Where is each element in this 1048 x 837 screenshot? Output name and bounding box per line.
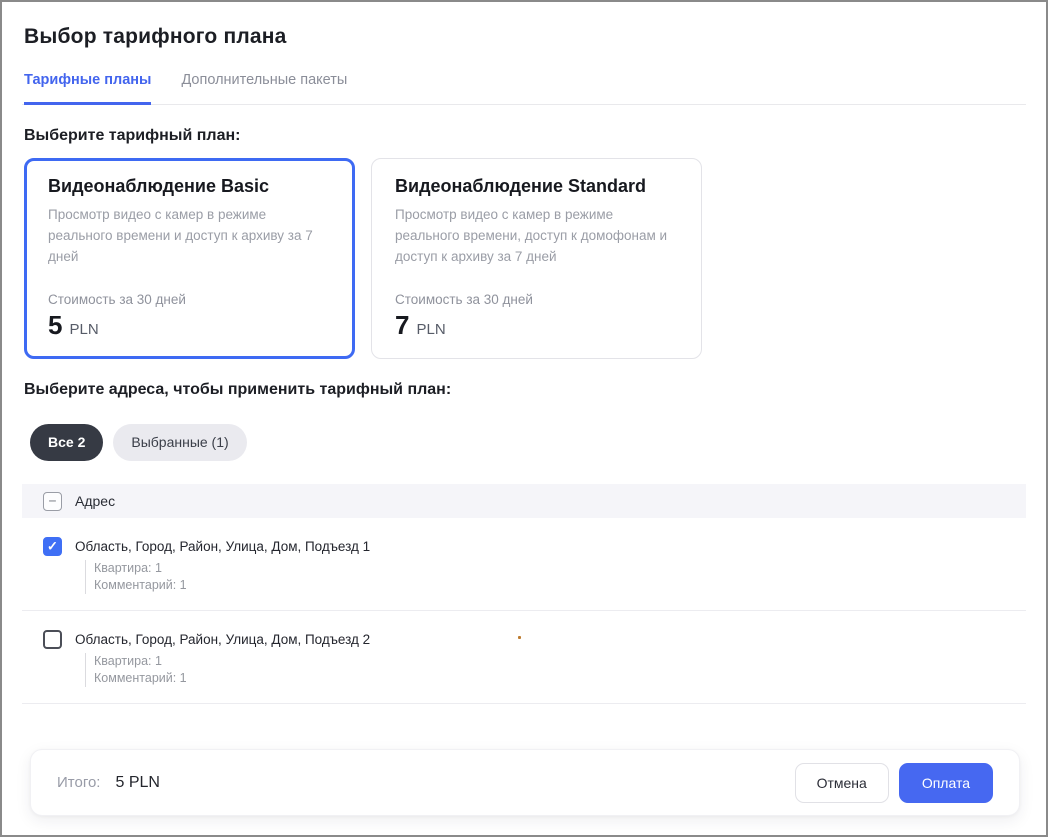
- price-value: 5: [48, 310, 62, 341]
- row-checkbox-unchecked[interactable]: [43, 630, 62, 649]
- detail-comment: Комментарий: 1: [94, 670, 370, 687]
- plan-section-heading: Выберите тарифный план:: [24, 127, 1026, 145]
- plan-name: Видеонаблюдение Standard: [395, 176, 678, 197]
- total-footer-bar: Итого: 5 PLN Отмена Оплата: [30, 749, 1020, 816]
- address-text: Область, Город, Район, Улица, Дом, Подъе…: [75, 539, 370, 554]
- tab-tariff-plans[interactable]: Тарифные планы: [24, 68, 151, 105]
- select-all-checkbox[interactable]: −: [43, 492, 62, 511]
- price-currency: PLN: [69, 321, 98, 338]
- total-label: Итого:: [57, 774, 100, 791]
- plan-name: Видеонаблюдение Basic: [48, 176, 331, 197]
- minus-icon: −: [48, 494, 56, 508]
- address-row-2: Область, Город, Район, Улица, Дом, Подъе…: [22, 611, 1026, 704]
- address-row-1: ✓ Область, Город, Район, Улица, Дом, Под…: [22, 518, 1026, 611]
- address-details: Квартира: 1 Комментарий: 1: [85, 560, 370, 594]
- address-table-header: − Адрес: [22, 484, 1026, 518]
- total-value: 5 PLN: [115, 774, 159, 792]
- stray-pixel-artifact: [518, 636, 521, 639]
- price-value: 7: [395, 310, 409, 341]
- filter-chip-selected[interactable]: Выбранные (1): [113, 424, 246, 461]
- address-column-header: Адрес: [75, 493, 115, 509]
- pay-button[interactable]: Оплата: [899, 763, 993, 803]
- address-text: Область, Город, Район, Улица, Дом, Подъе…: [75, 632, 370, 647]
- cancel-button[interactable]: Отмена: [795, 763, 889, 803]
- price-period-label: Стоимость за 30 дней: [48, 292, 331, 307]
- page-title: Выбор тарифного плана: [24, 25, 1026, 49]
- plan-price-block: Стоимость за 30 дней 5 PLN: [48, 292, 331, 341]
- address-filter-chips: Все 2 Выбранные (1): [30, 424, 1026, 461]
- plan-description: Просмотр видео с камер в режиме реальног…: [395, 204, 678, 267]
- plan-price-block: Стоимость за 30 дней 7 PLN: [395, 292, 678, 341]
- row-checkbox-checked[interactable]: ✓: [43, 537, 62, 556]
- detail-comment: Комментарий: 1: [94, 577, 370, 594]
- tariff-selection-dialog: Выбор тарифного плана Тарифные планы Доп…: [0, 0, 1048, 837]
- detail-apartment: Квартира: 1: [94, 653, 370, 670]
- detail-apartment: Квартира: 1: [94, 560, 370, 577]
- address-section-heading: Выберите адреса, чтобы применить тарифны…: [24, 381, 1026, 399]
- check-icon: ✓: [47, 538, 58, 554]
- filter-chip-all[interactable]: Все 2: [30, 424, 103, 461]
- plan-description: Просмотр видео с камер в режиме реальног…: [48, 204, 331, 267]
- price-currency: PLN: [416, 321, 445, 338]
- price-period-label: Стоимость за 30 дней: [395, 292, 678, 307]
- address-table: − Адрес ✓ Область, Город, Район, Улица, …: [22, 484, 1026, 704]
- address-details: Квартира: 1 Комментарий: 1: [85, 653, 370, 687]
- plan-cards: Видеонаблюдение Basic Просмотр видео с к…: [24, 158, 1026, 359]
- plan-card-basic[interactable]: Видеонаблюдение Basic Просмотр видео с к…: [24, 158, 355, 359]
- tab-additional-packages[interactable]: Дополнительные пакеты: [181, 68, 347, 105]
- tab-bar: Тарифные планы Дополнительные пакеты: [22, 68, 1026, 105]
- plan-card-standard[interactable]: Видеонаблюдение Standard Просмотр видео …: [371, 158, 702, 359]
